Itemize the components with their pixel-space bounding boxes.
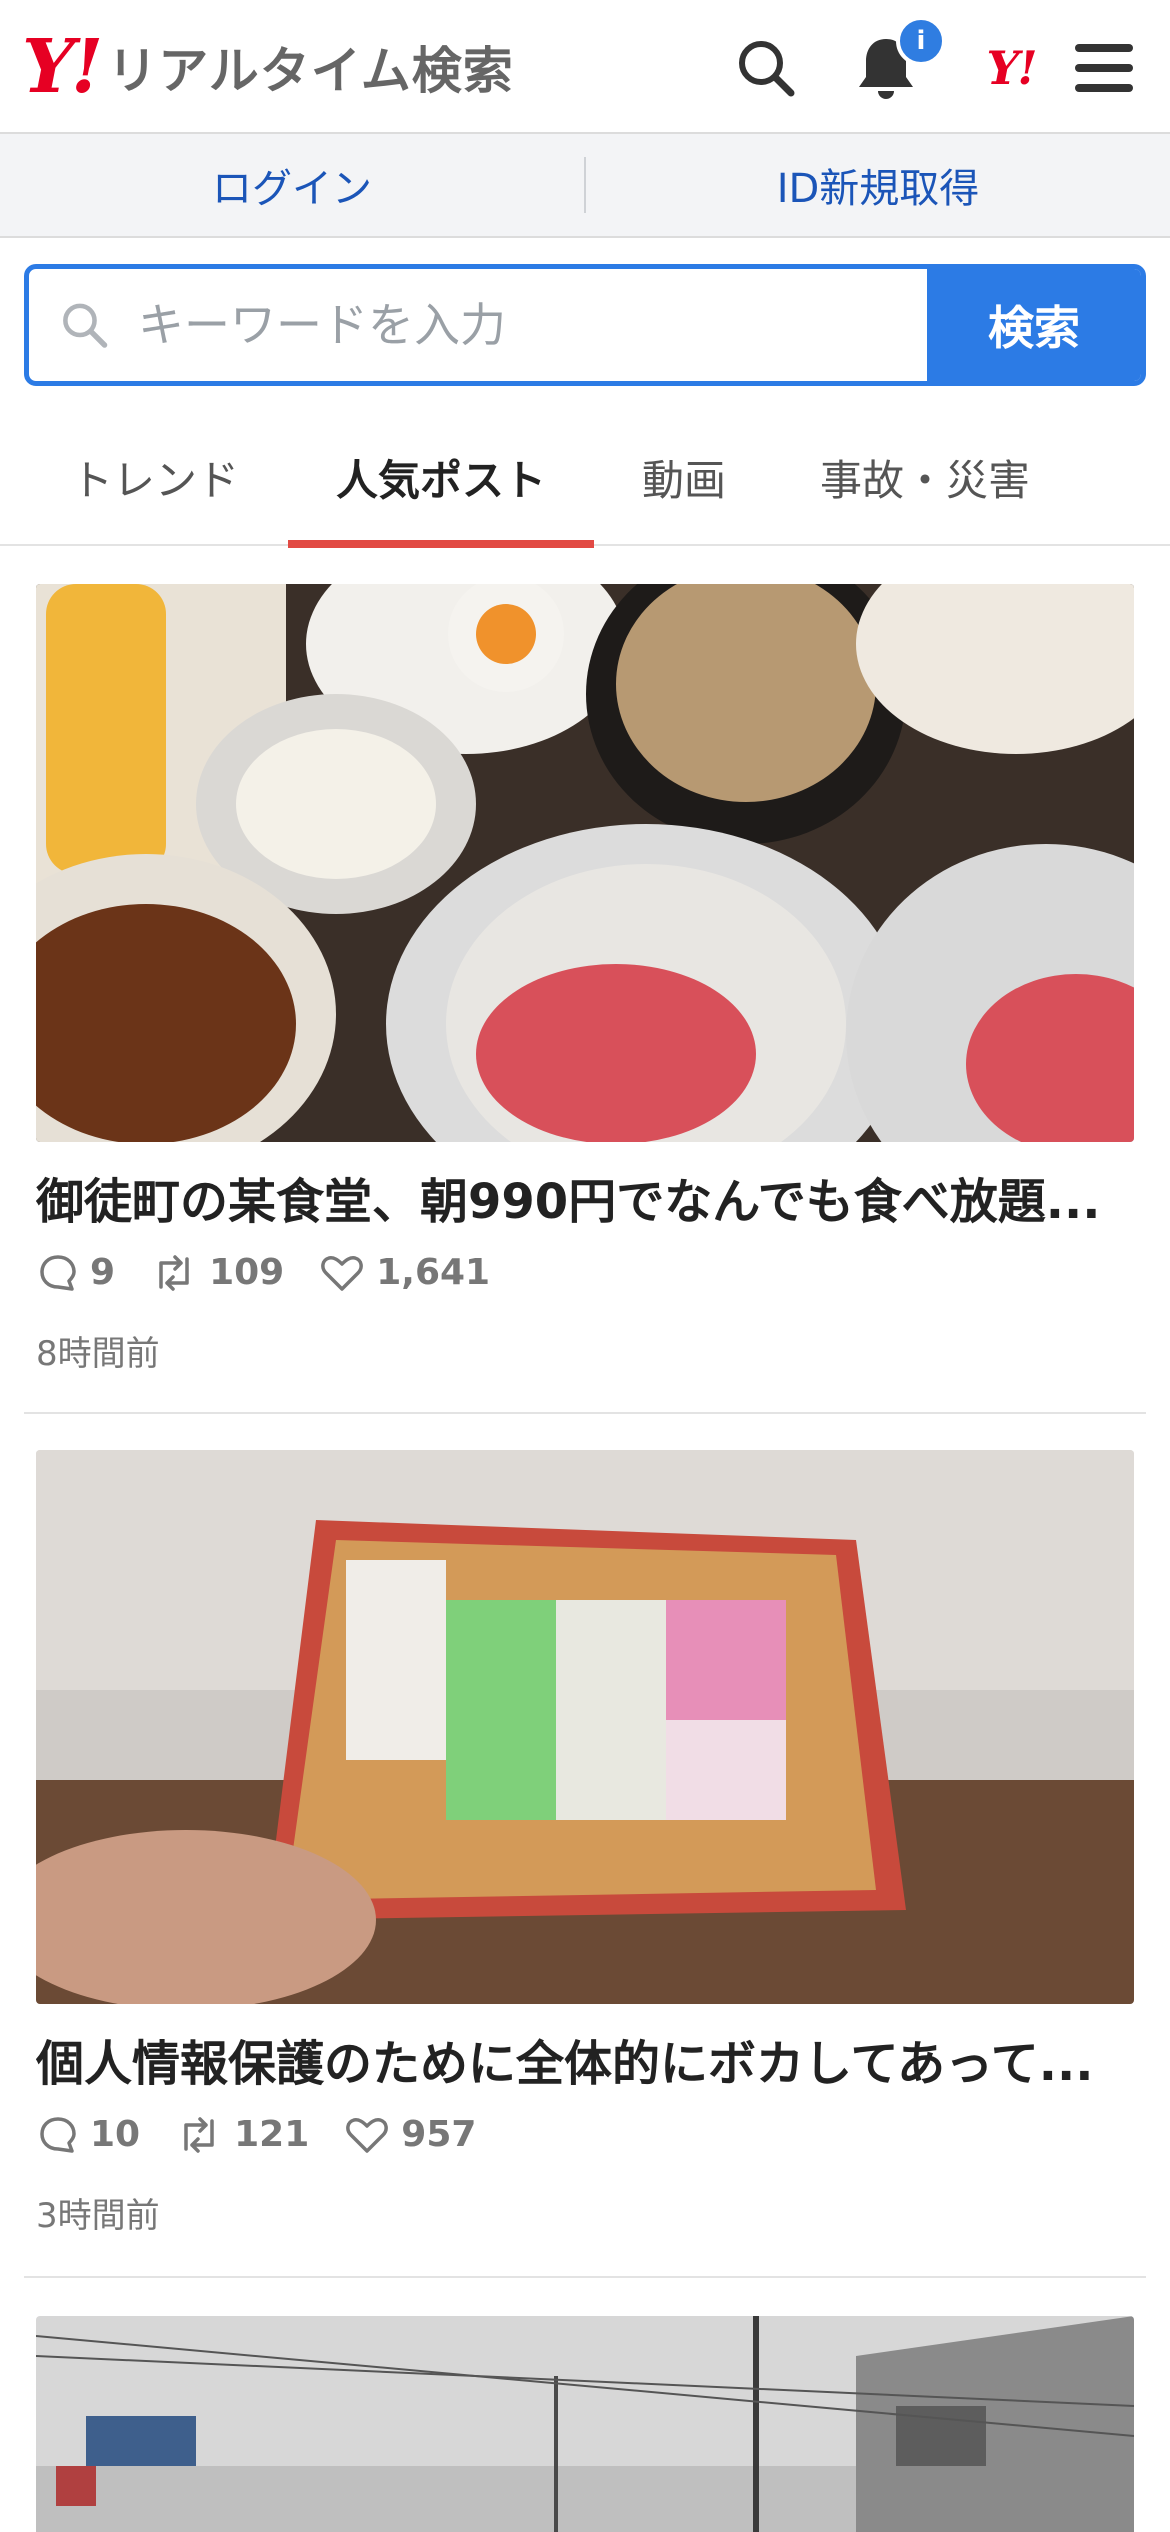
reply-count-value: 9	[90, 1252, 116, 1293]
search-form: 検索	[24, 264, 1146, 386]
post-card[interactable]: 個人情報保護のために全体的にボカしてあって... 10 121 957 3時間前	[0, 1450, 1170, 2280]
post-card[interactable]: 御徒町の某食堂、朝990円でなんでも食べ放題... 9 109 1,641 8時…	[0, 584, 1170, 1414]
like-count[interactable]: 957	[345, 2114, 476, 2155]
yahoo-logo-mark: Y!	[22, 24, 103, 110]
post-title[interactable]: 御徒町の某食堂、朝990円でなんでも食べ放題...	[36, 1162, 1136, 1232]
yahoo-home-icon[interactable]: Y!	[966, 28, 1056, 108]
search-icon[interactable]	[726, 28, 806, 108]
repost-count[interactable]: 121	[176, 2114, 309, 2155]
post-image-breakfast-buffet[interactable]	[36, 584, 1134, 1142]
reply-count[interactable]: 10	[38, 2114, 140, 2155]
post-divider	[24, 2276, 1146, 2278]
reply-count[interactable]: 9	[38, 1252, 115, 1293]
post-timestamp: 8時間前	[36, 1334, 160, 1374]
post-timestamp: 3時間前	[36, 2196, 160, 2236]
like-count[interactable]: 1,641	[320, 1252, 490, 1293]
hamburger-menu-icon[interactable]	[1064, 28, 1144, 108]
repost-icon	[184, 2116, 214, 2153]
repost-count[interactable]: 109	[151, 1252, 284, 1293]
site-logo[interactable]: Y! リアルタイム検索	[22, 24, 514, 110]
reply-icon	[40, 1254, 76, 1291]
app-header: Y! リアルタイム検索 i Y!	[0, 0, 1170, 134]
repost-count-value: 121	[234, 2114, 310, 2155]
like-icon	[321, 1255, 364, 1291]
register-id-link[interactable]: ID新規取得	[586, 156, 1170, 214]
tab-videos[interactable]: 動画	[604, 408, 764, 546]
search-field	[29, 269, 927, 381]
repost-count-value: 109	[209, 1252, 285, 1293]
tab-accidents-disasters[interactable]: 事故・災害	[790, 408, 1060, 546]
category-tabs: トレンド 人気ポスト 動画 事故・災害	[0, 408, 1170, 548]
search-field-icon	[63, 303, 108, 348]
reply-count-value: 10	[90, 2114, 141, 2155]
tab-popular-posts[interactable]: 人気ポスト	[288, 408, 594, 548]
post-card[interactable]	[0, 2316, 1170, 2532]
notification-badge: i	[896, 16, 946, 66]
post-stats: 10 121 957	[38, 2114, 512, 2155]
yahoo-home-label: Y!	[986, 41, 1037, 95]
login-bar: ログイン ID新規取得	[0, 134, 1170, 238]
post-image-snowy-street[interactable]	[36, 2316, 1134, 2532]
post-stats: 9 109 1,641	[38, 1252, 526, 1293]
like-count-value: 1,641	[376, 1252, 491, 1293]
like-count-value: 957	[401, 2114, 477, 2155]
tab-trend[interactable]: トレンド	[40, 408, 270, 546]
repost-icon	[159, 1254, 189, 1291]
login-link[interactable]: ログイン	[0, 156, 584, 214]
reply-icon	[40, 2116, 76, 2153]
search-button[interactable]: 検索	[927, 269, 1141, 381]
like-icon	[346, 2117, 389, 2153]
site-title: リアルタイム検索	[107, 42, 514, 100]
post-title[interactable]: 個人情報保護のために全体的にボカしてあって...	[36, 2024, 1136, 2094]
post-image-blurred-box[interactable]	[36, 1450, 1134, 2004]
post-divider	[24, 1412, 1146, 1414]
search-input[interactable]	[136, 297, 927, 353]
